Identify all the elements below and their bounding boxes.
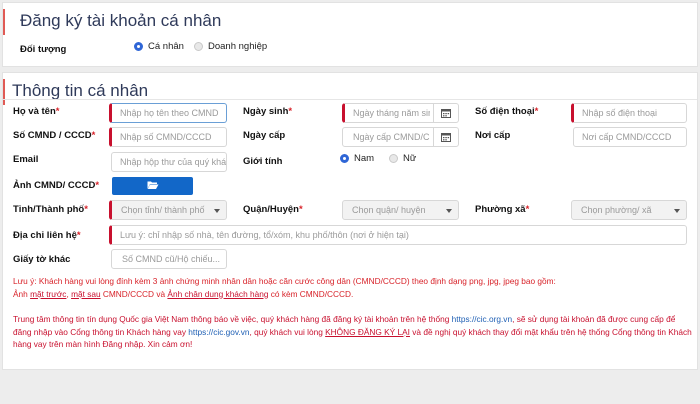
accent-bar xyxy=(3,9,5,35)
radio-dot xyxy=(134,42,143,51)
do-not-register-text: KHÔNG ĐĂNG KÝ LẠI xyxy=(325,326,410,337)
phone-input[interactable] xyxy=(574,104,686,122)
email-input[interactable] xyxy=(112,153,226,171)
district-input[interactable] xyxy=(343,201,458,219)
district-select[interactable] xyxy=(342,200,459,220)
issue-place-label: Nơi cấp xyxy=(475,130,511,141)
id-photo-label: Ảnh CMND/ CCCD* xyxy=(13,180,100,191)
other-docs-input[interactable] xyxy=(112,250,226,268)
dob-label: Ngày sinh* xyxy=(243,106,293,117)
front-side-text: mặt trước xyxy=(30,288,67,299)
radio-label: Cá nhân xyxy=(148,41,184,52)
cic-notice: Trung tâm thông tin tín dụng Quốc gia Vi… xyxy=(13,314,692,349)
issue-place-input[interactable] xyxy=(574,128,686,146)
address-field[interactable] xyxy=(109,225,687,245)
address-label: Địa chỉ liên hệ* xyxy=(13,230,81,241)
radio-label: Nam xyxy=(354,153,375,164)
dob-field[interactable] xyxy=(342,103,459,123)
id-number-field[interactable] xyxy=(109,127,227,147)
radio-dot xyxy=(389,154,398,163)
radio-business[interactable]: Doanh nghiệp xyxy=(194,41,267,52)
notice-line: Lưu ý: Khách hàng vui lòng đính kèm 3 ản… xyxy=(13,276,556,286)
calendar-icon[interactable] xyxy=(433,128,458,146)
accent-bar xyxy=(3,79,5,105)
province-select[interactable] xyxy=(109,200,227,220)
province-label: Tỉnh/Thành phố* xyxy=(13,204,88,215)
issue-date-field[interactable] xyxy=(342,127,459,147)
ward-select[interactable] xyxy=(571,200,687,220)
radio-female[interactable]: Nữ xyxy=(389,153,416,164)
full-name-label: Họ và tên* xyxy=(13,106,60,117)
radio-dot xyxy=(194,42,203,51)
ward-input[interactable] xyxy=(572,201,686,219)
folder-open-icon xyxy=(147,180,159,193)
issue-date-label: Ngày cấp xyxy=(243,130,286,141)
chevron-down-icon xyxy=(214,209,220,213)
address-input[interactable] xyxy=(112,226,686,244)
id-number-label: Số CMND / CCCD* xyxy=(13,130,96,141)
issue-place-field[interactable] xyxy=(573,127,687,147)
phone-label: Số điện thoại* xyxy=(475,106,539,117)
radio-dot xyxy=(340,154,349,163)
email-field[interactable] xyxy=(111,152,227,172)
other-docs-field[interactable] xyxy=(111,249,227,269)
chevron-down-icon xyxy=(674,209,680,213)
attachment-notice: Lưu ý: Khách hàng vui lòng đính kèm 3 ản… xyxy=(13,275,693,300)
personal-info-panel: Thông tin cá nhân Họ và tên* Ngày sinh* … xyxy=(2,72,698,370)
full-name-field[interactable] xyxy=(109,103,227,123)
account-type-panel: Đăng ký tài khoản cá nhân Đối tượng Cá n… xyxy=(2,2,698,67)
subject-label: Đối tượng xyxy=(20,44,67,55)
chevron-down-icon xyxy=(446,209,452,213)
portrait-text: Ảnh chân dung khách hàng xyxy=(167,288,269,299)
radio-male[interactable]: Nam xyxy=(340,153,374,164)
district-label: Quận/Huyện* xyxy=(243,204,303,215)
notice-line: Ảnh mặt trước, mặt sau CMND/CCCD và Ảnh … xyxy=(13,288,354,299)
back-side-text: mặt sau xyxy=(71,288,101,299)
radio-individual[interactable]: Cá nhân xyxy=(134,41,184,52)
section-divider xyxy=(3,99,697,100)
gender-label: Giới tính xyxy=(243,156,283,167)
ward-label: Phường xã* xyxy=(475,204,530,215)
province-input[interactable] xyxy=(112,201,226,219)
section-title: Thông tin cá nhân xyxy=(12,81,149,100)
full-name-input[interactable] xyxy=(112,104,226,122)
radio-label: Doanh nghiệp xyxy=(208,41,268,52)
id-number-input[interactable] xyxy=(112,128,226,146)
email-label: Email xyxy=(13,154,39,165)
radio-label: Nữ xyxy=(403,153,417,164)
page-title: Đăng ký tài khoản cá nhân xyxy=(20,11,222,30)
phone-field[interactable] xyxy=(571,103,687,123)
upload-button[interactable] xyxy=(112,177,193,195)
other-docs-label: Giấy tờ khác xyxy=(13,254,71,265)
cic-org-link[interactable]: https://cic.org.vn xyxy=(452,314,512,324)
cic-gov-link[interactable]: https://cic.gov.vn xyxy=(188,327,249,337)
calendar-icon[interactable] xyxy=(433,104,458,122)
